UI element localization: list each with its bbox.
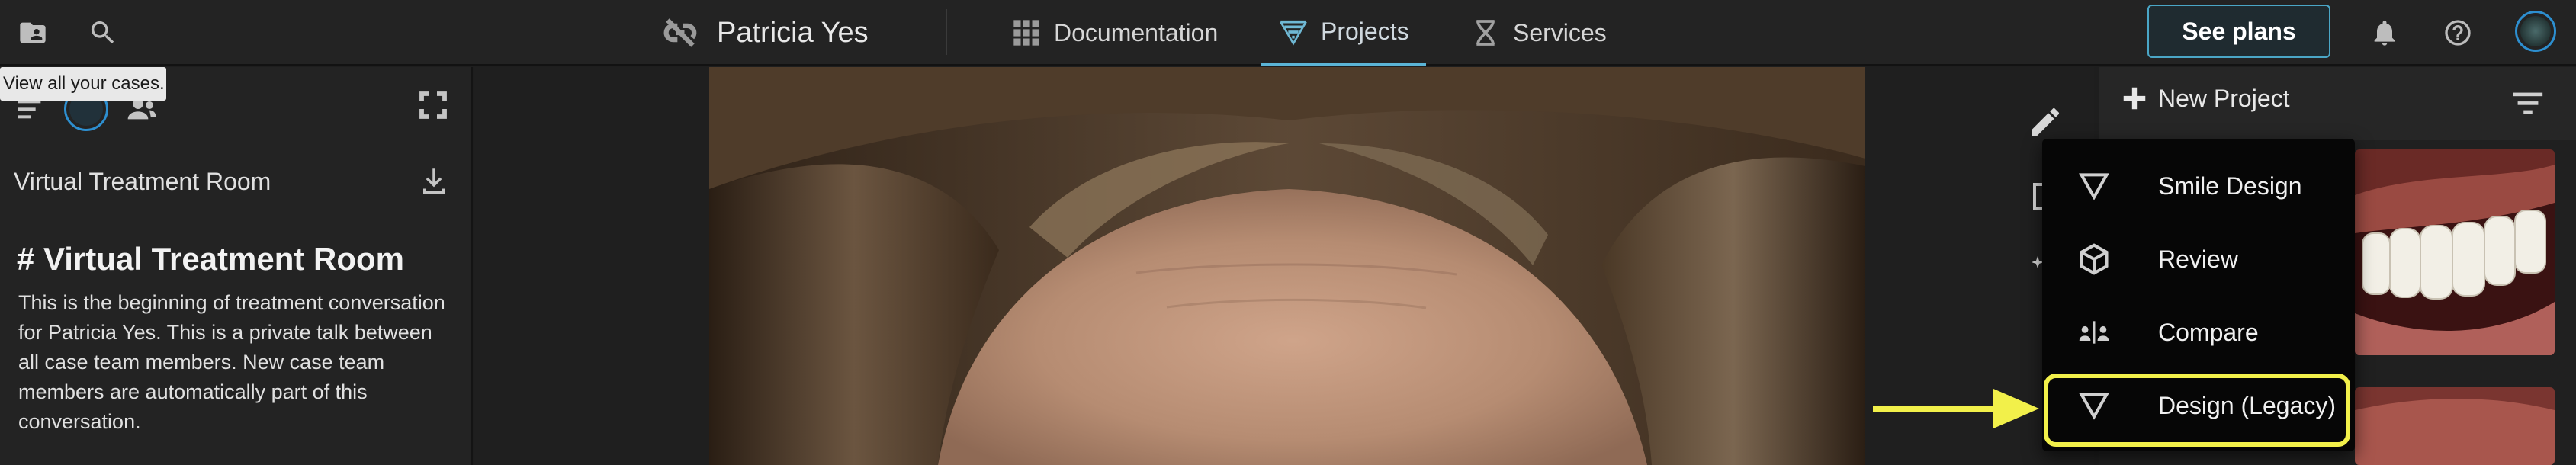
fullscreen-icon[interactable] bbox=[418, 90, 448, 124]
magic-icon[interactable] bbox=[2027, 249, 2042, 287]
menu-item-label: Smile Design bbox=[2158, 172, 2302, 200]
conversation-intro: This is the beginning of treatment conve… bbox=[18, 291, 445, 433]
frame-icon[interactable] bbox=[2027, 178, 2042, 216]
avatar[interactable] bbox=[2515, 11, 2556, 52]
download-icon[interactable] bbox=[418, 165, 450, 200]
cube-icon bbox=[2080, 243, 2109, 275]
nav-projects-label: Projects bbox=[1321, 18, 1409, 45]
menu-item-label: Review bbox=[2158, 245, 2238, 273]
nav-projects[interactable]: Projects bbox=[1261, 0, 1426, 66]
top-bar: Patricia Yes Documentation Projects Serv… bbox=[0, 0, 2576, 66]
search-icon[interactable] bbox=[84, 14, 122, 52]
edit-pencil-icon[interactable] bbox=[2027, 104, 2065, 142]
left-panel: Virtual Treatment Room # Virtual Treatme… bbox=[0, 67, 473, 465]
nav-services[interactable]: Services bbox=[1470, 0, 1607, 66]
patient-photo[interactable] bbox=[709, 67, 1865, 465]
bell-icon[interactable] bbox=[2366, 14, 2404, 52]
nav-documentation-label: Documentation bbox=[1054, 18, 1219, 46]
tooltip: View all your cases. bbox=[0, 67, 166, 101]
help-icon[interactable] bbox=[2439, 14, 2477, 52]
patient-name: Patricia Yes bbox=[717, 16, 869, 49]
cases-folder-icon[interactable] bbox=[14, 14, 52, 52]
pointer-arrow bbox=[1873, 386, 2041, 431]
nav-services-label: Services bbox=[1513, 18, 1607, 46]
menu-item-review[interactable]: Review bbox=[2042, 226, 2355, 293]
triangle-icon bbox=[2079, 173, 2109, 200]
conversation-heading: # Virtual Treatment Room bbox=[17, 241, 405, 277]
header-divider bbox=[946, 9, 947, 55]
unlink-icon[interactable] bbox=[663, 16, 697, 50]
see-plans-button[interactable]: See plans bbox=[2147, 5, 2330, 58]
services-icon bbox=[1476, 20, 1495, 46]
new-project-button[interactable]: New Project bbox=[2120, 84, 2290, 113]
projects-icon bbox=[1280, 20, 1307, 46]
avatar-image bbox=[2520, 16, 2551, 46]
patient-header: Patricia Yes bbox=[663, 0, 869, 66]
project-thumbnail[interactable] bbox=[2355, 149, 2555, 355]
grid-icon bbox=[1013, 20, 1039, 46]
menu-item-label: Compare bbox=[2158, 318, 2259, 346]
filter-icon[interactable] bbox=[2510, 85, 2545, 124]
menu-item-label: Design (Legacy) bbox=[2158, 391, 2336, 419]
compare-icon bbox=[2079, 321, 2109, 344]
menu-item-smile-design[interactable]: Smile Design bbox=[2042, 152, 2355, 220]
triangle-icon bbox=[2079, 393, 2109, 420]
nav-documentation[interactable]: Documentation bbox=[1011, 0, 1218, 66]
room-title: Virtual Treatment Room bbox=[14, 168, 271, 195]
new-project-menu: Smile Design Review Compare Design (Lega… bbox=[2042, 139, 2355, 451]
menu-item-design-legacy[interactable]: Design (Legacy) bbox=[2042, 372, 2355, 439]
plus-icon bbox=[2123, 87, 2146, 110]
project-thumbnail[interactable] bbox=[2355, 387, 2555, 465]
new-project-label: New Project bbox=[2158, 84, 2290, 112]
menu-item-compare[interactable]: Compare bbox=[2042, 299, 2355, 366]
